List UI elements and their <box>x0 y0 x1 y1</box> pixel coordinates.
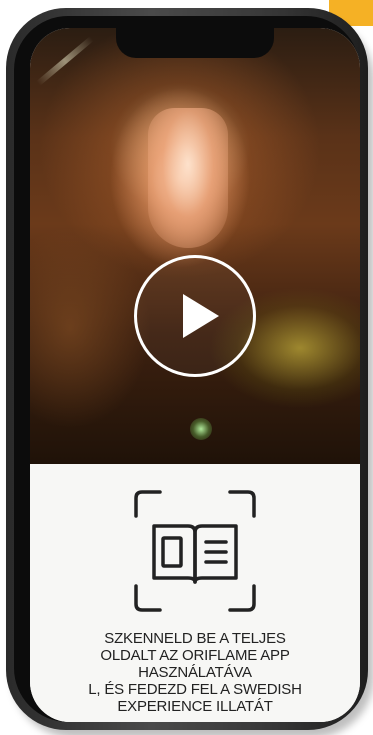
video-thumbnail[interactable] <box>30 28 360 464</box>
play-button[interactable] <box>134 255 256 377</box>
sun-flare <box>36 36 94 86</box>
scan-book-icon <box>134 490 256 612</box>
figure-in-dress <box>148 108 228 248</box>
scan-text-line-5: EXPERIENCE ILLATÁT <box>117 698 273 715</box>
scan-text-line-3: HASZNÁLATÁVA <box>138 664 252 681</box>
phone-notch <box>116 28 274 58</box>
scan-text-line-1: SZKENNELD BE A TELJES <box>104 630 286 647</box>
scan-panel: SZKENNELD BE A TELJES OLDALT AZ ORIFLAME… <box>30 464 360 722</box>
scan-text-line-2: OLDALT AZ ORIFLAME APP <box>100 647 290 664</box>
scan-instructions: SZKENNELD BE A TELJES OLDALT AZ ORIFLAME… <box>38 630 352 715</box>
phone-mockup: SZKENNELD BE A TELJES OLDALT AZ ORIFLAME… <box>6 8 368 730</box>
phone-screen: SZKENNELD BE A TELJES OLDALT AZ ORIFLAME… <box>30 28 360 722</box>
light-orb <box>190 418 212 440</box>
page: SZKENNELD BE A TELJES OLDALT AZ ORIFLAME… <box>0 0 373 735</box>
scan-text-line-4: L, ÉS FEDEZD FEL A SWEDISH <box>88 681 302 698</box>
play-icon <box>183 294 219 338</box>
